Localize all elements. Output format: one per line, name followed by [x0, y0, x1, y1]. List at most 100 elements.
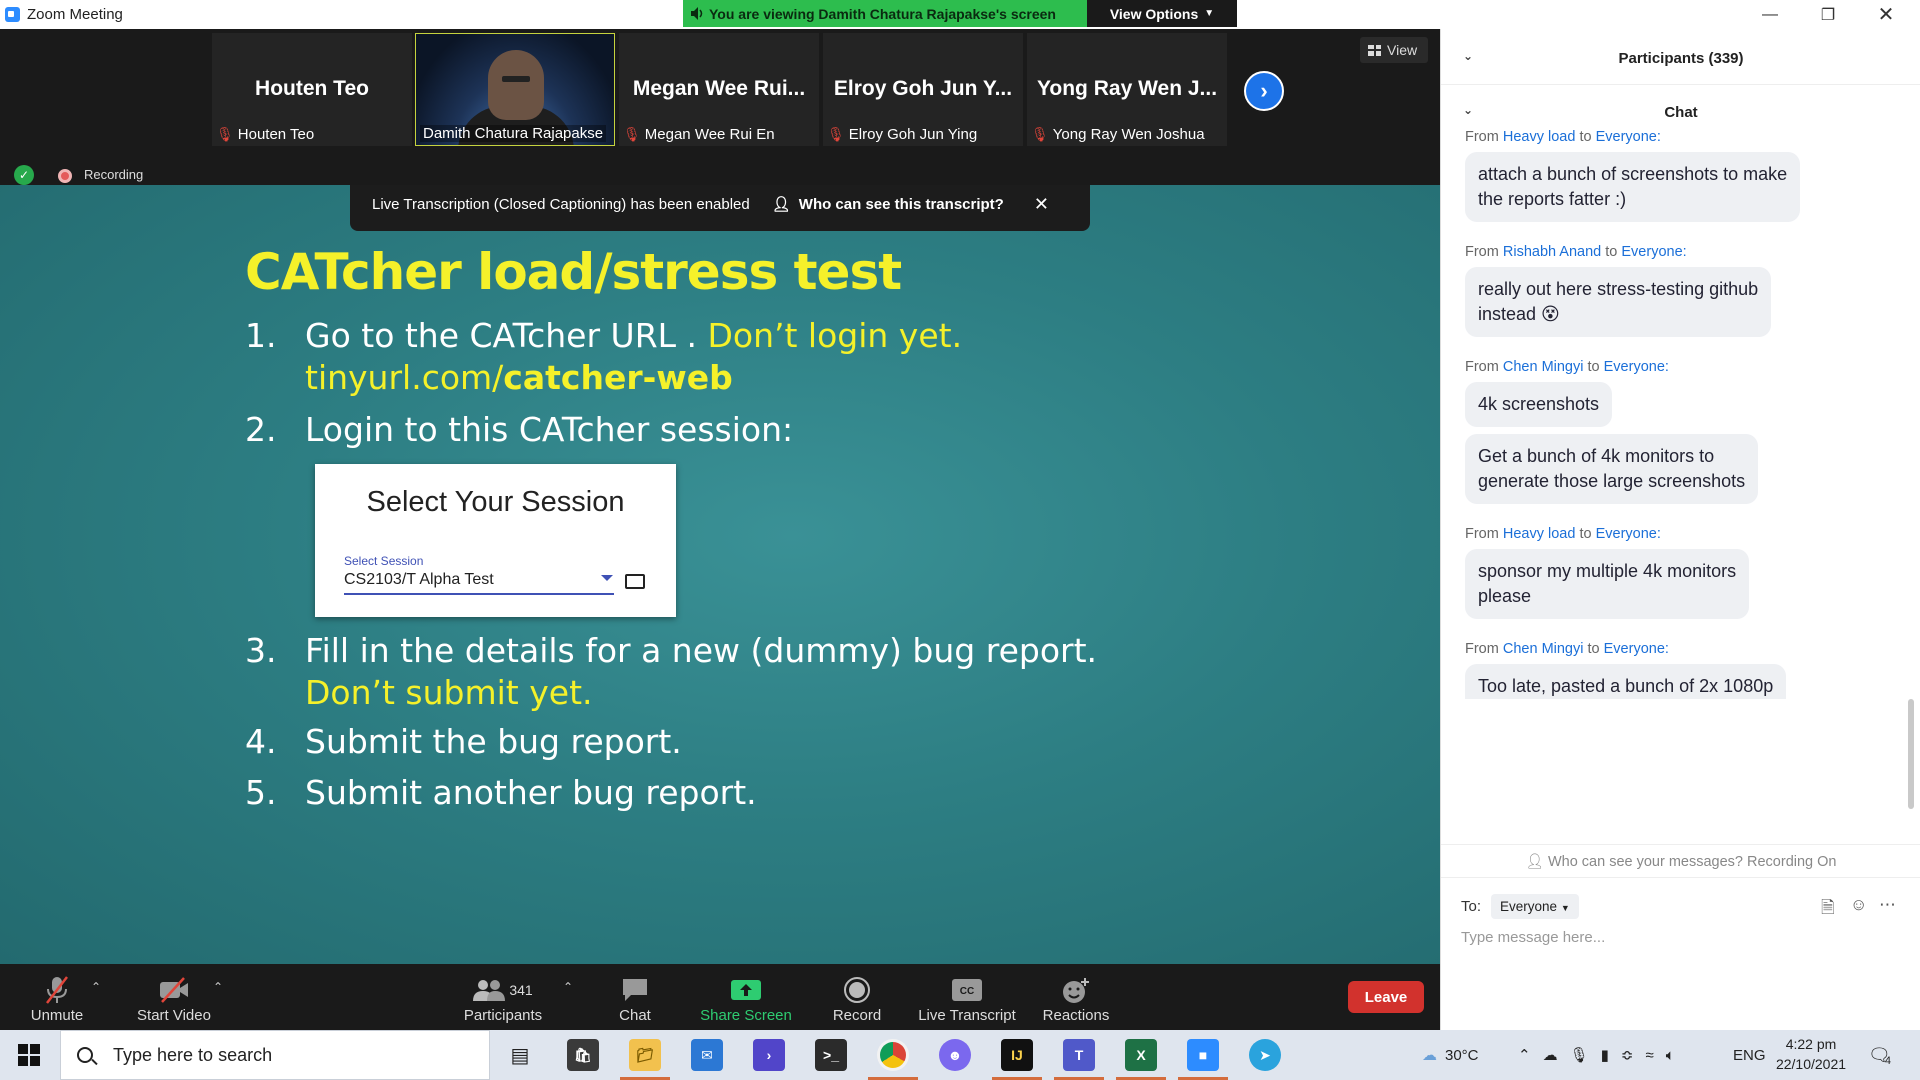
- leave-button[interactable]: Leave: [1348, 981, 1424, 1013]
- reactions-button[interactable]: Reactions: [1036, 964, 1116, 1030]
- telegram-icon[interactable]: ➤: [1249, 1039, 1281, 1071]
- step-text: Submit another bug report.: [305, 773, 757, 812]
- participant-label: 🎙︎ Megan Wee Rui En: [623, 126, 775, 143]
- security-shield-icon[interactable]: ✓: [14, 165, 34, 185]
- chat-message-bubble: Get a bunch of 4k monitors to generate t…: [1465, 434, 1759, 504]
- share-screen-label: Share Screen: [700, 1007, 792, 1024]
- step-highlight: Don’t login yet.: [707, 316, 963, 355]
- chat-sender-name[interactable]: Rishabh Anand: [1503, 244, 1601, 260]
- microphone-icon[interactable]: 🎙︎: [1570, 1046, 1589, 1064]
- intellij-icon[interactable]: IJ: [992, 1039, 1042, 1080]
- file-explorer-icon[interactable]: 📁︎: [620, 1039, 670, 1080]
- to-word: to: [1579, 129, 1592, 145]
- network-icon[interactable]: ≎: [1621, 1046, 1634, 1064]
- more-options-icon[interactable]: ⋯: [1879, 895, 1896, 915]
- chat-message-bubble: sponsor my multiple 4k monitors please: [1465, 549, 1750, 619]
- chat-message-list: From Heavy load to Everyone: attach a bun…: [1441, 129, 1911, 699]
- chat-scrollbar[interactable]: [1908, 139, 1914, 809]
- who-can-see-transcript-button[interactable]: 👤︎ Who can see this transcript?: [772, 195, 1004, 214]
- who-can-see-messages[interactable]: 👤︎ Who can see your messages? Recording …: [1441, 853, 1920, 870]
- step-body: Go to the CATcher URL . Don’t login yet.…: [305, 315, 1205, 399]
- volume-icon[interactable]: 🔈︎: [1666, 1047, 1675, 1064]
- chat-button[interactable]: Chat: [600, 964, 670, 1030]
- next-page-button[interactable]: ›: [1244, 71, 1284, 111]
- start-video-button[interactable]: Start Video: [132, 964, 216, 1030]
- chat-sender-name[interactable]: Chen Mingyi: [1503, 641, 1584, 657]
- store-icon[interactable]: 🛍︎: [567, 1039, 599, 1071]
- view-button[interactable]: View: [1360, 37, 1428, 63]
- participants-count: 341: [509, 982, 533, 998]
- chat-message-input[interactable]: [1461, 929, 1901, 946]
- folder-icon: [625, 574, 645, 589]
- participants-panel-header[interactable]: ⌄ Participants (339): [1441, 33, 1920, 83]
- task-view-icon[interactable]: ▤: [504, 1039, 536, 1071]
- restore-button[interactable]: ❐: [1800, 0, 1856, 29]
- participant-tile[interactable]: Elroy Goh Jun Y... 🎙︎ Elroy Goh Jun Ying: [823, 33, 1023, 146]
- unmute-button[interactable]: Unmute: [20, 964, 94, 1030]
- weather-widget[interactable]: ☁ 30°C: [1422, 1030, 1479, 1080]
- audio-options-caret[interactable]: ⌃: [91, 980, 101, 994]
- participants-button[interactable]: 341 Participants: [455, 964, 551, 1030]
- teams-icon[interactable]: T: [1054, 1039, 1104, 1080]
- live-transcript-button[interactable]: CC Live Transcript: [912, 964, 1022, 1030]
- from-word: From: [1465, 129, 1499, 145]
- participant-label-text: Yong Ray Wen Joshua: [1052, 126, 1205, 143]
- window-title: Zoom Meeting: [27, 6, 123, 23]
- participant-tile-video[interactable]: Damith Chatura Rajapakse: [415, 33, 615, 146]
- language-indicator[interactable]: ENG: [1733, 1030, 1766, 1080]
- chat-recipient: Everyone:: [1621, 244, 1687, 260]
- participants-icon-wrap: 341: [473, 973, 533, 1007]
- file-icon[interactable]: 🗎︎: [1821, 895, 1835, 924]
- view-options-button[interactable]: View Options ▼: [1087, 0, 1237, 27]
- step-number: 1.: [245, 316, 277, 355]
- vscode-icon[interactable]: ›: [753, 1039, 785, 1071]
- chevron-right-icon: ›: [1260, 78, 1268, 103]
- chevron-down-icon: ⌄: [1463, 49, 1474, 63]
- cloud-icon[interactable]: ☁: [1543, 1046, 1558, 1064]
- chat-sender-name[interactable]: Heavy load: [1503, 129, 1576, 145]
- svg-text:CC: CC: [960, 986, 974, 997]
- participants-options-caret[interactable]: ⌃: [563, 980, 573, 994]
- participant-name-large: Megan Wee Rui...: [632, 77, 806, 100]
- chevron-down-icon: ▼: [1204, 8, 1215, 19]
- participant-tile[interactable]: Megan Wee Rui... 🎙︎ Megan Wee Rui En: [619, 33, 819, 146]
- record-button[interactable]: Record: [822, 964, 892, 1030]
- chat-message-bubble: 4k screenshots: [1465, 382, 1613, 427]
- wifi-icon[interactable]: ≈: [1645, 1047, 1653, 1064]
- chevron-up-icon[interactable]: ⌃: [1518, 1046, 1531, 1064]
- participants-icon: [473, 980, 506, 1001]
- video-options-caret[interactable]: ⌃: [213, 980, 223, 994]
- share-screen-button[interactable]: Share Screen: [696, 964, 796, 1030]
- notification-center[interactable]: 🗨︎ 4: [1868, 1030, 1891, 1080]
- chat-sender-name[interactable]: Heavy load: [1503, 526, 1576, 542]
- chrome-icon[interactable]: [868, 1039, 918, 1080]
- muted-mic-icon: 🎙︎: [216, 126, 234, 142]
- step-number: 4.: [245, 722, 277, 761]
- taskbar-clock[interactable]: 4:22 pm 22/10/2021: [1768, 1034, 1854, 1074]
- zoom-icon[interactable]: ■: [1178, 1039, 1228, 1080]
- participant-tile[interactable]: Houten Teo 🎙︎ Houten Teo: [212, 33, 412, 146]
- windows-start-icon[interactable]: [18, 1044, 40, 1066]
- minimize-button[interactable]: —: [1742, 0, 1798, 29]
- video-off-icon: [158, 973, 190, 1007]
- battery-icon[interactable]: ▮: [1601, 1046, 1609, 1064]
- terminal-icon[interactable]: >_: [815, 1039, 847, 1071]
- view-options-label: View Options: [1109, 5, 1199, 22]
- divider: [1441, 84, 1920, 85]
- smiley-add-icon: [1061, 973, 1091, 1007]
- chevron-down-icon: ▼: [1560, 903, 1570, 913]
- taskbar-search[interactable]: Type here to search: [60, 1030, 490, 1080]
- mail-icon[interactable]: ✉: [691, 1039, 723, 1071]
- participant-tile[interactable]: Yong Ray Wen J... 🎙︎ Yong Ray Wen Joshua: [1027, 33, 1227, 146]
- emoji-icon[interactable]: ☺: [1850, 895, 1867, 915]
- excel-icon[interactable]: X: [1116, 1039, 1166, 1080]
- chat-sender-name[interactable]: Chen Mingyi: [1503, 359, 1584, 375]
- close-caption-button[interactable]: ✕: [1034, 194, 1049, 215]
- scrollbar-thumb[interactable]: [1908, 699, 1914, 809]
- close-icon: ✕: [1033, 193, 1049, 214]
- divider: [1441, 877, 1920, 878]
- recipient-select[interactable]: Everyone ▼: [1491, 894, 1579, 919]
- close-window-button[interactable]: ✕: [1858, 0, 1914, 29]
- viewing-banner: You are viewing Damith Chatura Rajapakse…: [683, 0, 1087, 27]
- discord-icon[interactable]: ☻: [939, 1039, 971, 1071]
